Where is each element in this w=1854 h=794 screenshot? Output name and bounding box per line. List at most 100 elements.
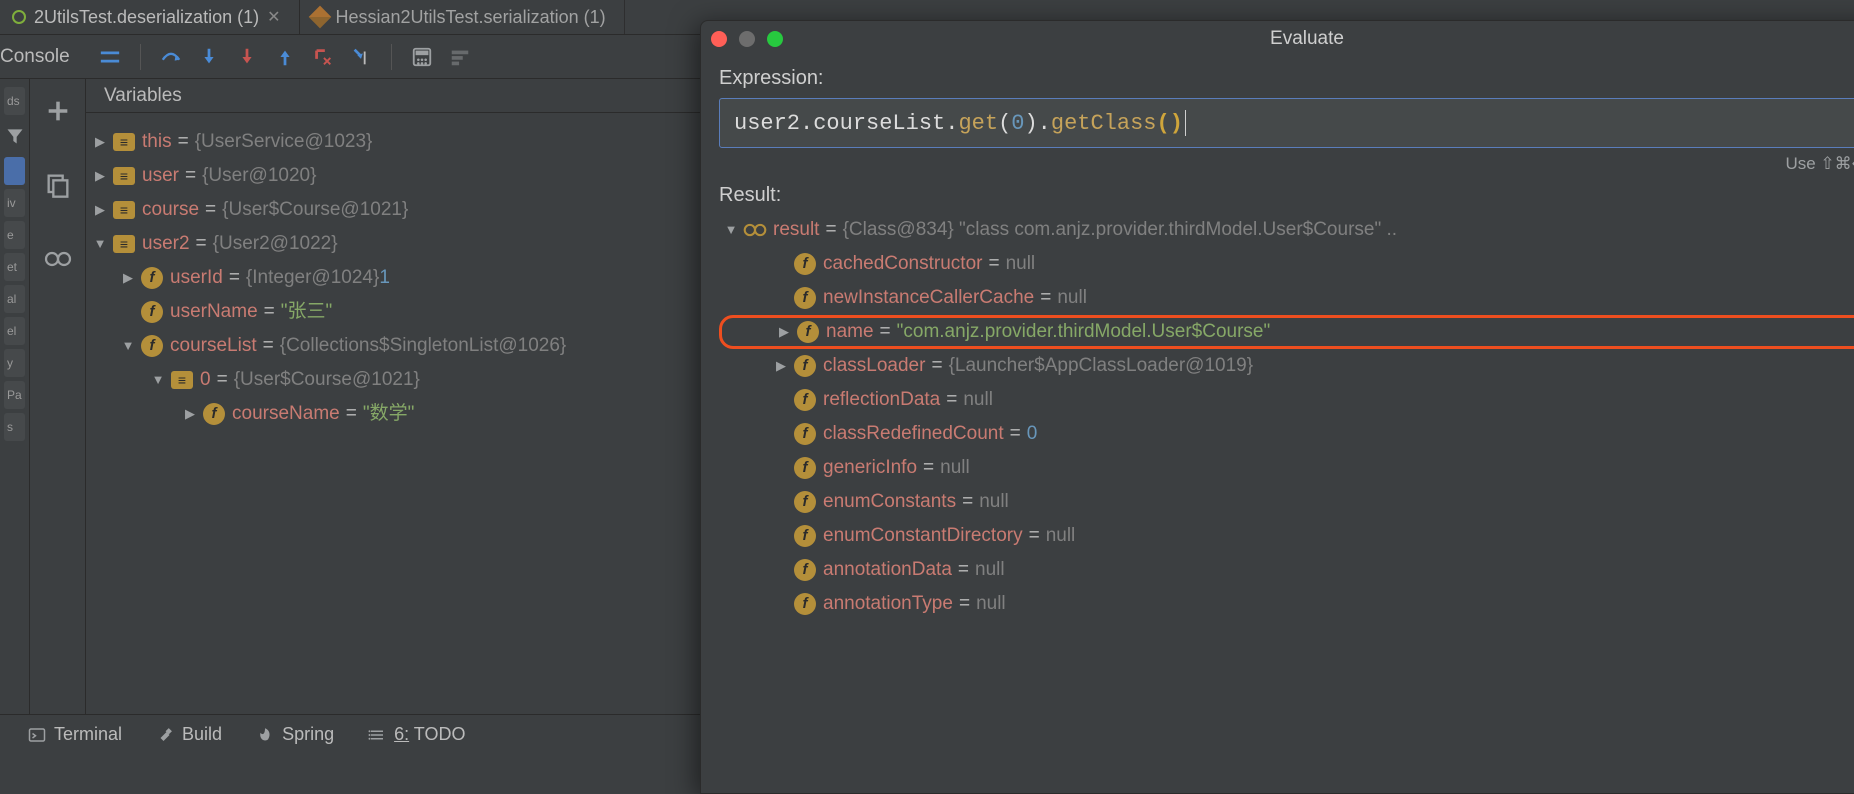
watches-icon[interactable] [44,245,72,273]
equals-sign: = [179,159,202,193]
equals-sign: = [258,295,281,329]
tab-label: Hessian2UtilsTest.serialization (1) [336,7,606,28]
tree-node[interactable]: fenumConstantDirectory = null [719,519,1854,553]
variable-name: classLoader [823,349,925,383]
tree-node[interactable]: fannotationData = null [719,553,1854,587]
tree-node[interactable]: fcachedConstructor = null [719,247,1854,281]
tree-node[interactable]: ▶fname = "com.anjz.provider.thirdModel.U… [719,315,1854,349]
evaluate-expression-icon[interactable] [408,43,436,71]
variables-toolbar [30,79,86,754]
console-tab[interactable]: Console [0,46,86,68]
equals-sign: = [940,383,963,417]
expand-arrow-icon[interactable]: ▶ [92,125,108,159]
editor-tab-2[interactable]: Hessian2UtilsTest.serialization (1) [300,0,625,34]
stripe-item[interactable]: ds [4,87,25,115]
add-watch-icon[interactable] [44,97,72,125]
stripe-item[interactable]: iv [4,189,25,217]
run-to-cursor-icon[interactable] [347,43,375,71]
minimize-window-icon[interactable] [739,31,755,47]
tree-node[interactable]: fgenericInfo = null [719,451,1854,485]
tool-window-label: Terminal [54,724,122,745]
variable-name: name [826,315,874,349]
tool-window-label: 6: TODO [394,724,465,745]
run-config-icon [12,10,26,24]
variable-value: {UserService@1023} [195,125,373,159]
expand-arrow-icon[interactable]: ▼ [120,329,136,363]
equals-sign: = [925,349,948,383]
expand-arrow-icon[interactable]: ▶ [773,349,789,383]
dialog-titlebar[interactable]: Evaluate [701,21,1854,57]
expand-arrow-icon[interactable]: ▶ [776,315,792,349]
tree-node[interactable]: ▶fclassLoader = {Launcher$AppClassLoader… [719,349,1854,383]
zoom-window-icon[interactable] [767,31,783,47]
filter-icon[interactable] [4,119,25,153]
variable-value: {Class@834} "class com.anjz.provider.thi… [843,213,1397,247]
stripe-item[interactable]: e [4,221,25,249]
stripe-item[interactable]: s [4,413,25,441]
variable-value: {Integer@1024} [246,261,379,295]
variable-value: null [979,485,1009,519]
variable-name: userId [170,261,223,295]
expand-arrow-icon[interactable]: ▼ [92,227,108,261]
separator [391,44,392,70]
equals-sign: = [819,213,842,247]
stripe-item[interactable]: y [4,349,25,377]
terminal-tool-window[interactable]: Terminal [28,724,122,745]
expand-arrow-icon[interactable]: ▶ [92,159,108,193]
stripe-item[interactable]: Pa [4,381,25,409]
todo-tool-window[interactable]: 6: TODO [368,724,465,745]
tree-node[interactable]: freflectionData = null [719,383,1854,417]
dialog-title: Evaluate [1270,28,1344,50]
equals-sign: = [223,261,246,295]
tree-node[interactable]: fannotationType = null [719,587,1854,621]
expression-input[interactable]: user2.courseList.get(0).getClass() [719,98,1854,148]
variable-name: annotationData [823,553,952,587]
step-out-icon[interactable] [271,43,299,71]
variable-name: cachedConstructor [823,247,982,281]
expand-arrow-icon[interactable]: ▶ [92,193,108,227]
tree-node[interactable]: fnewInstanceCallerCache = null [719,281,1854,315]
tab-label: 2UtilsTest.deserialization (1) [34,7,259,28]
editor-tab-1[interactable]: 2UtilsTest.deserialization (1) ✕ [0,0,300,34]
layout-icon[interactable] [96,43,124,71]
variable-name: enumConstantDirectory [823,519,1023,553]
tree-node[interactable]: fclassRedefinedCount = 0 [719,417,1854,451]
stripe-item[interactable]: et [4,253,25,281]
expand-arrow-icon[interactable]: ▶ [120,261,136,295]
expand-arrow-icon[interactable]: ▼ [150,363,166,397]
variable-icon: ≡ [113,133,135,151]
field-icon: f [141,335,163,357]
variable-value: null [975,553,1005,587]
tree-node[interactable]: fenumConstants = null [719,485,1854,519]
expand-arrow-icon[interactable]: ▼ [723,213,739,247]
copy-icon[interactable] [44,171,72,199]
equals-sign: = [956,485,979,519]
variable-value: "张三" [281,295,333,329]
close-icon[interactable]: ✕ [267,7,280,27]
variable-name: result [773,213,819,247]
close-window-icon[interactable] [711,31,727,47]
result-tree[interactable]: ▼ result = {Class@834} "class com.anjz.pr… [719,213,1854,793]
variable-value: null [1057,281,1087,315]
variable-name: courseList [170,329,257,363]
variable-icon: ≡ [113,235,135,253]
variable-name: enumConstants [823,485,956,519]
step-over-icon[interactable] [157,43,185,71]
stripe-item[interactable]: al [4,285,25,313]
step-into-icon[interactable] [195,43,223,71]
stripe-item[interactable]: el [4,317,25,345]
variable-value: {Launcher$AppClassLoader@1019} [949,349,1254,383]
expression-label: Expression: [719,67,1854,90]
spring-tool-window[interactable]: Spring [256,724,334,745]
expand-arrow-icon[interactable]: ▶ [182,397,198,431]
equals-sign: = [199,193,222,227]
variable-value: {Collections$SingletonList@1026} [280,329,567,363]
build-tool-window[interactable]: Build [156,724,222,745]
force-step-into-icon[interactable] [233,43,261,71]
tool-window-label: Build [182,724,222,745]
stripe-item[interactable] [4,157,25,185]
trace-icon[interactable] [446,43,474,71]
drop-frame-icon[interactable] [309,43,337,71]
tree-node[interactable]: ▼ result = {Class@834} "class com.anjz.pr… [719,213,1854,247]
variable-name: courseName [232,397,340,431]
